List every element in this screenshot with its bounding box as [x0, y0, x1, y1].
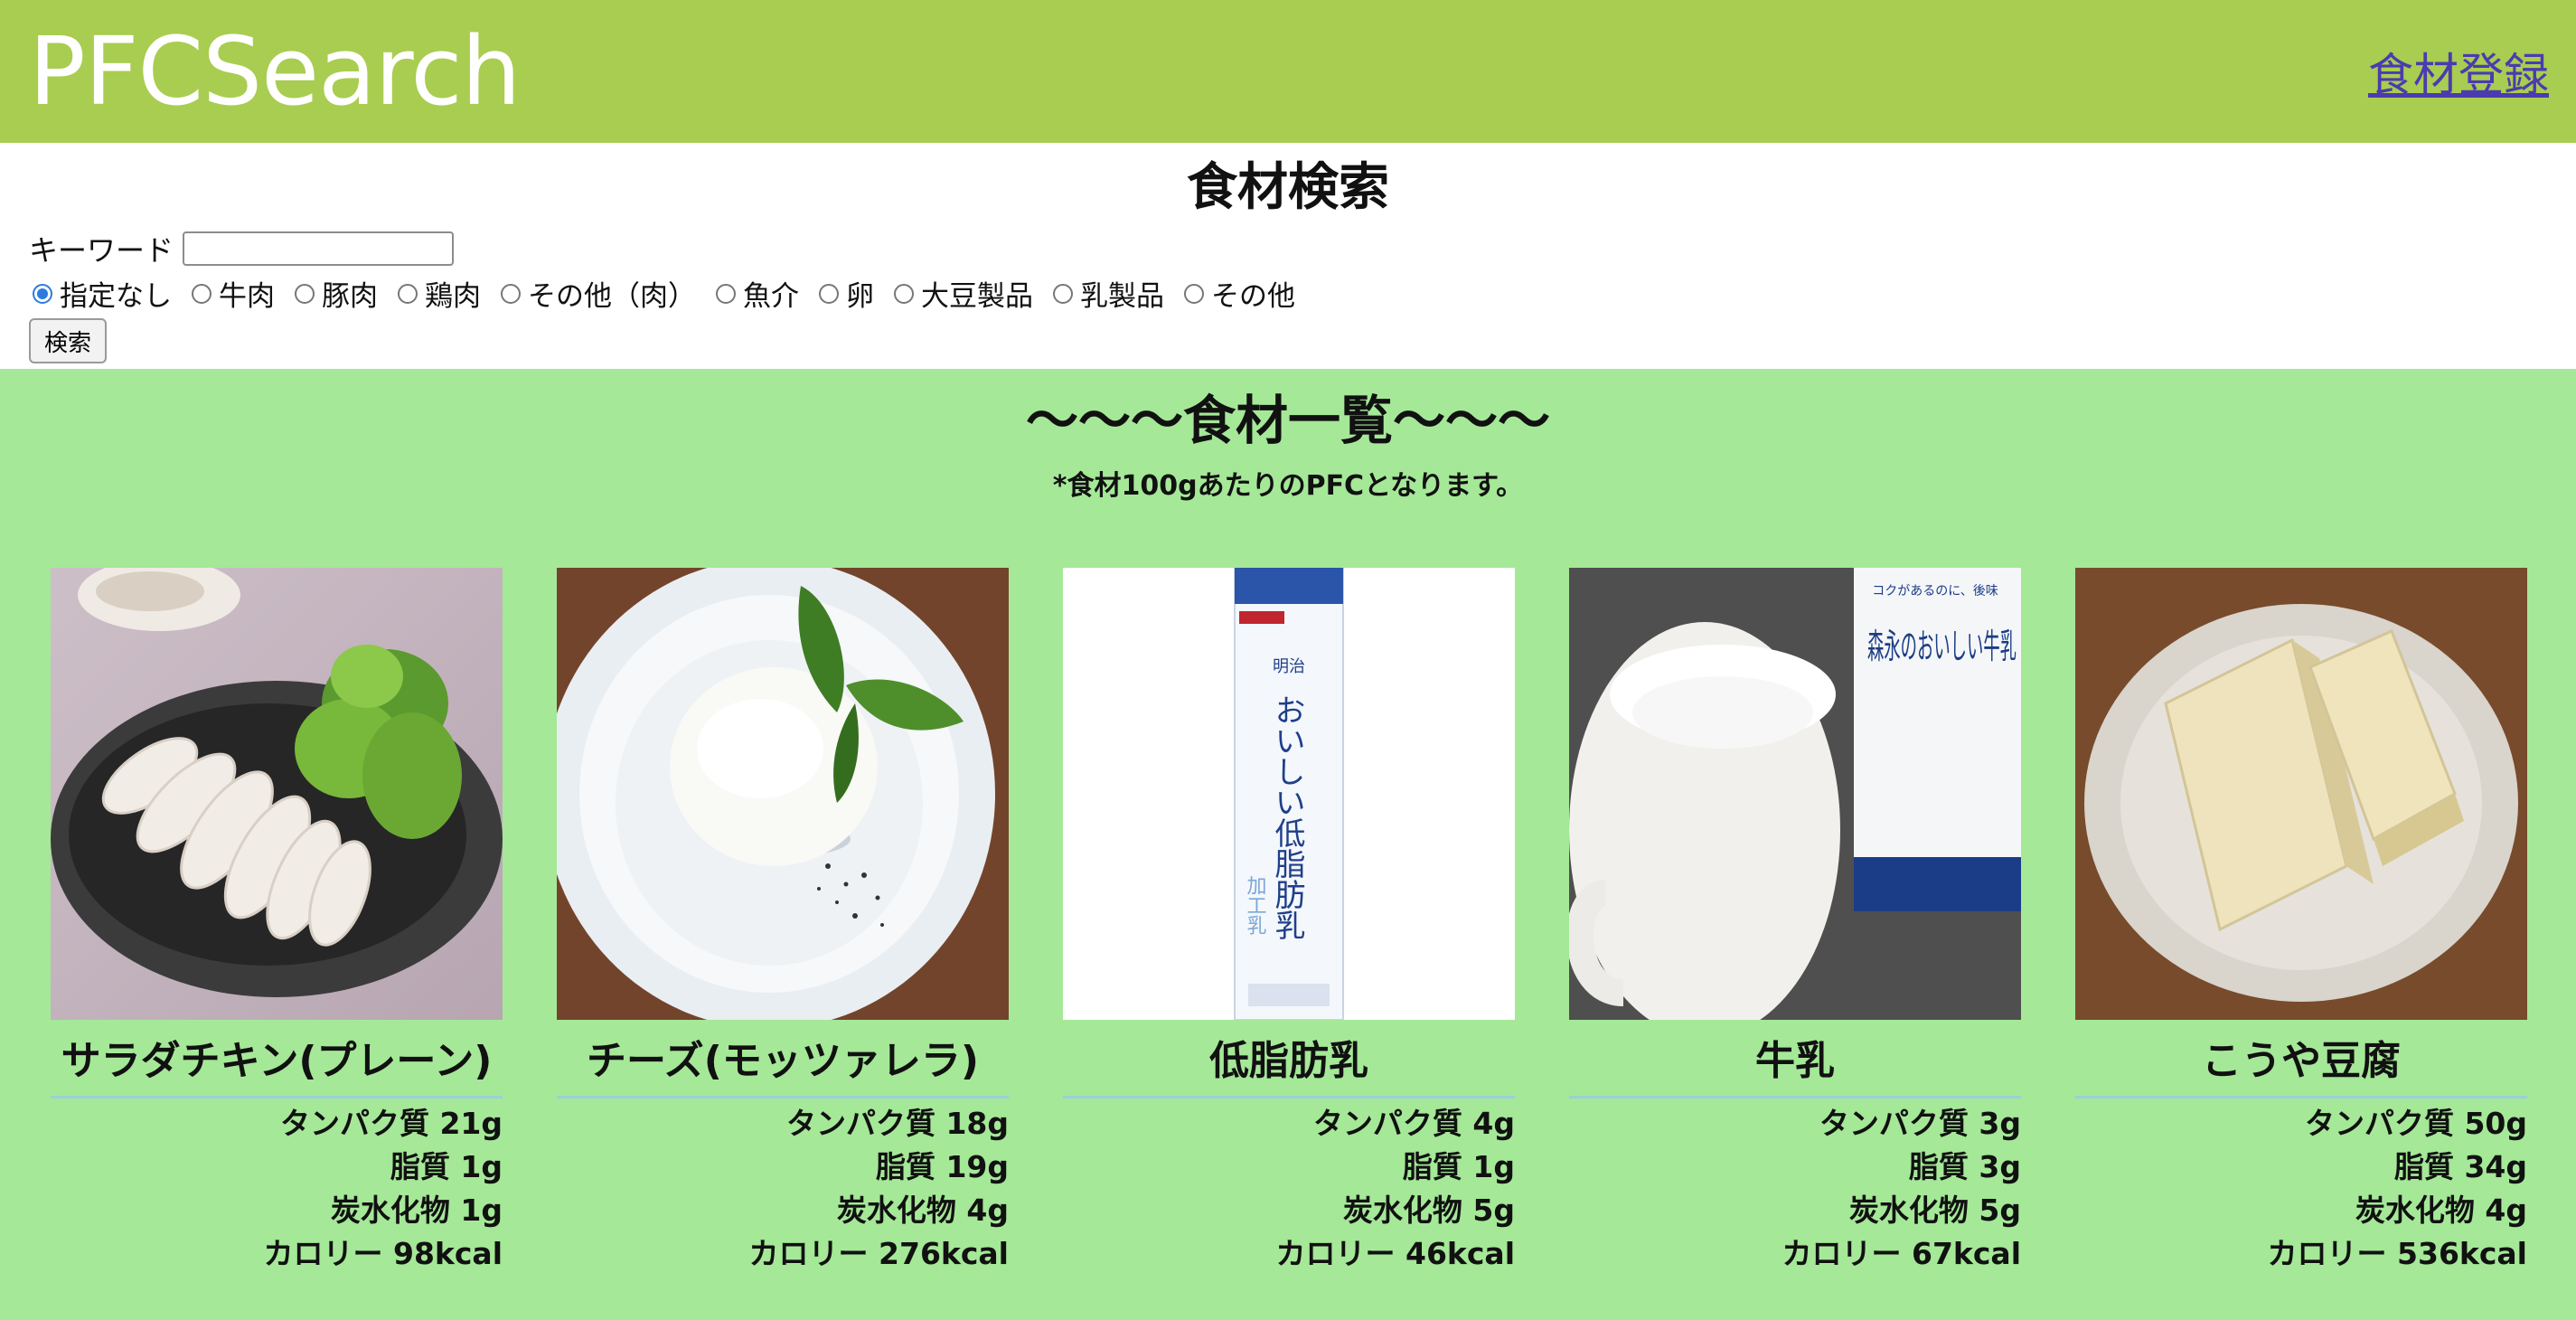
- protein-value: タンパク質 21g: [279, 1106, 503, 1141]
- ingredient-pfc: タンパク質 3g 脂質 3g 炭水化物 5g カロリー 67kcal: [1569, 1102, 2022, 1276]
- keyword-row: キーワード: [29, 228, 455, 269]
- ingredient-card[interactable]: 明治 おいしい低脂肪乳 加工乳 低脂肪乳 タンパク質 4g 脂質 1g 炭水化物…: [1063, 568, 1515, 1276]
- radio-button[interactable]: [894, 283, 914, 304]
- list-title: 〜〜〜食材一覧〜〜〜: [1025, 390, 1550, 451]
- fat-value: 脂質 19g: [875, 1149, 1009, 1184]
- ingredient-name: こうや豆腐: [2075, 1036, 2527, 1098]
- carb-value: 炭水化物 5g: [1342, 1193, 1515, 1228]
- carb-value: 炭水化物 5g: [1848, 1193, 2021, 1228]
- radio-button[interactable]: [1053, 283, 1073, 304]
- category-radio-item[interactable]: 卵: [819, 273, 874, 314]
- radio-button[interactable]: [501, 283, 521, 304]
- ingredient-card[interactable]: チーズ(モッツァレラ) タンパク質 18g 脂質 19g 炭水化物 4g カロリ…: [557, 568, 1009, 1276]
- radio-button[interactable]: [295, 283, 315, 304]
- ingredient-name: 牛乳: [1569, 1036, 2021, 1098]
- app-logo[interactable]: PFCSearch: [29, 24, 521, 118]
- radio-label: 牛肉: [219, 280, 275, 313]
- ingredient-pfc: タンパク質 21g 脂質 1g 炭水化物 1g カロリー 98kcal: [51, 1102, 503, 1276]
- category-radio-item[interactable]: 牛肉: [192, 273, 275, 314]
- package-label: 森永のおいしい牛乳: [1867, 627, 2017, 666]
- radio-label: 卵: [846, 280, 874, 313]
- search-button[interactable]: 検索: [29, 318, 107, 363]
- ingredient-name: サラダチキン(プレーン): [51, 1036, 503, 1098]
- ingredient-photo-milk: コクがあるのに、後味 森永のおいしい牛乳: [1569, 568, 2021, 1020]
- carb-value: 炭水化物 1g: [330, 1193, 503, 1228]
- category-radio-item[interactable]: 指定なし: [33, 273, 172, 314]
- radio-label: 魚介: [743, 280, 799, 313]
- radio-button[interactable]: [1184, 283, 1204, 304]
- radio-button[interactable]: [33, 283, 52, 304]
- search-title: 食材検索: [1187, 158, 1389, 217]
- list-note: *食材100gあたりのPFCとなります。: [1052, 470, 1524, 502]
- calorie-value: カロリー 276kcal: [748, 1236, 1009, 1271]
- radio-label: 大豆製品: [921, 280, 1033, 313]
- package-sub: 加工乳: [1244, 875, 1267, 935]
- calorie-value: カロリー 67kcal: [1782, 1236, 2022, 1271]
- carb-value: 炭水化物 4g: [836, 1193, 1009, 1228]
- keyword-label: キーワード: [29, 233, 174, 268]
- ingredient-photo-salad-chicken: [51, 568, 503, 1020]
- carb-value: 炭水化物 4g: [2355, 1193, 2527, 1228]
- ingredient-pfc: タンパク質 4g 脂質 1g 炭水化物 5g カロリー 46kcal: [1063, 1102, 1516, 1276]
- category-radio-item[interactable]: 鶏肉: [398, 273, 481, 314]
- ingredient-name: 低脂肪乳: [1063, 1036, 1515, 1098]
- calorie-value: カロリー 98kcal: [263, 1236, 503, 1271]
- radio-button[interactable]: [716, 283, 736, 304]
- ingredient-photo-mozzarella: [557, 568, 1009, 1020]
- category-radio-item[interactable]: 豚肉: [295, 273, 378, 314]
- protein-value: タンパク質 18g: [785, 1106, 1009, 1141]
- radio-label: その他: [1211, 280, 1295, 313]
- ingredient-card[interactable]: サラダチキン(プレーン) タンパク質 21g 脂質 1g 炭水化物 1g カロリ…: [51, 568, 503, 1276]
- category-radio-item[interactable]: その他（肉）: [501, 273, 696, 314]
- radio-label: 豚肉: [322, 280, 378, 313]
- fat-value: 脂質 1g: [1402, 1149, 1515, 1184]
- ingredient-name: チーズ(モッツァレラ): [557, 1036, 1009, 1098]
- category-radio-item[interactable]: 乳製品: [1053, 273, 1164, 314]
- radio-button[interactable]: [398, 283, 418, 304]
- app-header: PFCSearch 食材登録: [0, 0, 2576, 143]
- ingredient-pfc: タンパク質 50g 脂質 34g 炭水化物 4g カロリー 536kcal: [2075, 1102, 2527, 1276]
- fat-value: 脂質 1g: [390, 1149, 503, 1184]
- ingredient-register-link[interactable]: 食材登録: [2368, 39, 2549, 104]
- category-radio-item[interactable]: 大豆製品: [894, 273, 1033, 314]
- category-radio-group: 指定なし 牛肉 豚肉 鶏肉 その他（肉） 魚介 卵 大豆製品 乳製品 その他: [33, 273, 1315, 314]
- package-label: おいしい低脂肪乳: [1269, 694, 1305, 940]
- protein-value: タンパク質 3g: [1819, 1106, 2021, 1141]
- ingredient-card[interactable]: コクがあるのに、後味 森永のおいしい牛乳 牛乳 タンパク質 3g 脂質 3g 炭…: [1569, 568, 2021, 1276]
- package-brand: 明治: [1273, 657, 1305, 676]
- ingredient-list-section: 〜〜〜食材一覧〜〜〜 *食材100gあたりのPFCとなります。 サラダチキン(プ…: [0, 369, 2576, 1320]
- ingredient-photo-koya-tofu: [2075, 568, 2527, 1020]
- calorie-value: カロリー 536kcal: [2267, 1236, 2527, 1271]
- radio-label: 指定なし: [60, 280, 172, 313]
- calorie-value: カロリー 46kcal: [1275, 1236, 1516, 1271]
- radio-label: その他（肉）: [528, 280, 696, 313]
- ingredient-card[interactable]: こうや豆腐 タンパク質 50g 脂質 34g 炭水化物 4g カロリー 536k…: [2075, 568, 2527, 1276]
- keyword-input[interactable]: [183, 231, 455, 266]
- protein-value: タンパク質 4g: [1312, 1106, 1515, 1141]
- fat-value: 脂質 3g: [1908, 1149, 2021, 1184]
- radio-button[interactable]: [192, 283, 212, 304]
- radio-label: 乳製品: [1080, 280, 1164, 313]
- radio-label: 鶏肉: [425, 280, 481, 313]
- protein-value: タンパク質 50g: [2304, 1106, 2527, 1141]
- ingredient-pfc: タンパク質 18g 脂質 19g 炭水化物 4g カロリー 276kcal: [557, 1102, 1009, 1276]
- radio-button[interactable]: [819, 283, 839, 304]
- fat-value: 脂質 34g: [2393, 1149, 2527, 1184]
- ingredient-photo-lowfat-milk: 明治 おいしい低脂肪乳 加工乳: [1063, 568, 1515, 1020]
- search-section: 食材検索 キーワード 指定なし 牛肉 豚肉 鶏肉 その他（肉） 魚介 卵 大豆製品 乳製品 その他…: [0, 143, 2576, 369]
- category-radio-item[interactable]: 魚介: [716, 273, 799, 314]
- category-radio-item[interactable]: その他: [1184, 273, 1295, 314]
- package-tagline: コクがあるのに、後味: [1872, 584, 1998, 599]
